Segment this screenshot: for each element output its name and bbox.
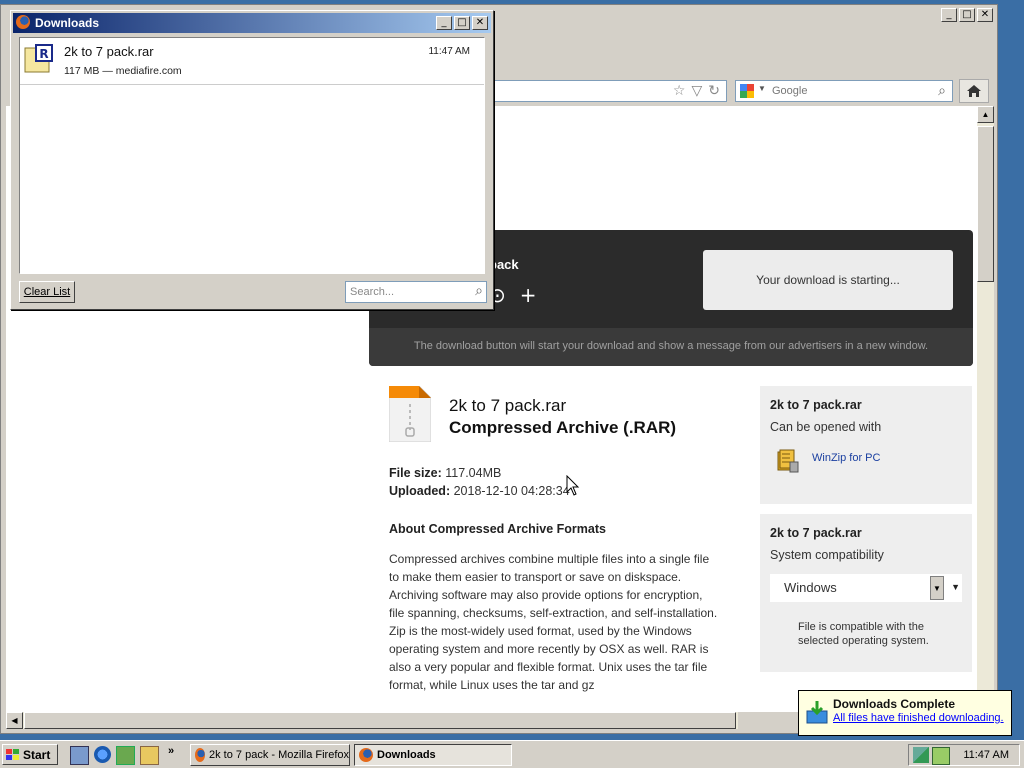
system-tray: 11:47 AM [908, 744, 1020, 766]
file-name: 2k to 7 pack.rar [449, 396, 567, 415]
compatibility-label: System compatibility [770, 548, 884, 562]
download-starting-box: Your download is starting... [703, 250, 953, 310]
start-label: Start [23, 747, 51, 762]
list-item[interactable]: R 2k to 7 pack.rar 117 MB — mediafire.co… [20, 38, 484, 85]
winzip-link[interactable]: WinZip for PC [812, 452, 880, 464]
winzip-icon [777, 449, 799, 473]
file-size-row: File size: 117.04MB [389, 466, 501, 480]
mouse-cursor-icon [566, 475, 580, 496]
os-select[interactable]: Windows ▼ ▼ [770, 574, 962, 602]
taskbar-firefox-button[interactable]: 2k to 7 pack - Mozilla Firefox [190, 744, 350, 766]
archive-file-icon [389, 386, 431, 442]
task-label: Downloads [377, 749, 436, 761]
search-bar[interactable]: ▼ Google ⌕ [735, 80, 953, 102]
card-file-name: 2k to 7 pack.rar [770, 398, 862, 412]
windows-logo-icon [6, 748, 19, 760]
maximize-button[interactable]: □ [959, 8, 975, 22]
search-placeholder: Search... [350, 286, 395, 298]
file-size-value: 117.04MB [445, 466, 502, 480]
download-meta: 117 MB — mediafire.com [64, 65, 182, 77]
clear-list-button[interactable]: Clear List [19, 281, 75, 303]
maximize-button[interactable]: □ [454, 16, 470, 30]
uploaded-value: 2018-12-10 04:28:34 [453, 484, 570, 498]
quick-launch [70, 746, 159, 765]
about-heading: About Compressed Archive Formats [389, 522, 606, 536]
download-name: 2k to 7 pack.rar [64, 44, 154, 59]
home-icon [967, 85, 981, 97]
compatibility-note: File is compatible with the selected ope… [798, 621, 929, 647]
os-select-value: Windows [784, 580, 837, 595]
task-label: 2k to 7 pack - Mozilla Firefox [209, 749, 349, 761]
download-complete-icon [806, 701, 828, 724]
quick-launch-more-icon[interactable]: » [168, 745, 174, 757]
firefox-icon [359, 748, 373, 762]
google-icon[interactable] [740, 84, 754, 98]
url-dropdown-icon[interactable]: ▽ [691, 83, 702, 99]
downloads-complete-notification[interactable]: Downloads Complete All files have finish… [798, 690, 1012, 736]
downloads-titlebar[interactable]: Downloads _ □ ✕ [13, 13, 491, 33]
file-size-label: File size: [389, 466, 442, 480]
firefox-icon [16, 15, 30, 29]
os-select-button[interactable]: ▼ [930, 576, 944, 600]
download-time: 11:47 AM [428, 46, 470, 57]
scroll-thumb[interactable] [24, 712, 736, 729]
safely-remove-icon[interactable] [932, 747, 950, 765]
taskbar: Start » 2k to 7 pack - Mozilla Firefox D… [0, 740, 1024, 768]
search-app-icon[interactable] [140, 746, 159, 765]
reload-icon[interactable]: ↻ [708, 83, 720, 99]
notification-title: Downloads Complete [833, 697, 956, 711]
downloads-search-input[interactable]: Search... ⌕ [345, 281, 487, 303]
download-note: The download button will start your down… [413, 340, 929, 352]
compatibility-card: 2k to 7 pack.rar System compatibility Wi… [760, 514, 972, 672]
scroll-left-icon[interactable]: ◀ [6, 712, 23, 729]
rar-file-icon: R [24, 44, 53, 73]
search-icon[interactable]: ⌕ [475, 283, 483, 299]
file-type: Compressed Archive (.RAR) [449, 418, 677, 437]
start-button[interactable]: Start [2, 744, 58, 765]
add-icon[interactable]: + [520, 283, 537, 307]
close-button[interactable]: ✕ [977, 8, 993, 22]
minimize-button[interactable]: _ [941, 8, 957, 22]
open-with-label: Can be opened with [770, 420, 882, 434]
firefox-icon [195, 748, 205, 762]
uploaded-label: Uploaded: [389, 484, 451, 498]
network-icon[interactable] [913, 747, 929, 763]
home-button[interactable] [959, 79, 989, 103]
open-with-card: 2k to 7 pack.rar Can be opened with WinZ… [760, 386, 972, 504]
notification-message[interactable]: All files have finished downloading. [833, 712, 1004, 724]
scroll-up-icon[interactable]: ▲ [977, 106, 994, 123]
clock: 11:47 AM [963, 749, 1009, 761]
card-file-name: 2k to 7 pack.rar [770, 526, 862, 540]
address-bar[interactable]: ☆ ▽ ↻ [491, 80, 727, 102]
uploaded-row: Uploaded: 2018-12-10 04:28:34 [389, 484, 570, 498]
downloads-window: Downloads _ □ ✕ R 2k to 7 pack.rar 117 M… [10, 10, 494, 310]
outlook-express-icon[interactable] [116, 746, 135, 765]
scroll-thumb[interactable] [977, 126, 994, 282]
vertical-scrollbar[interactable]: ▲ [977, 106, 994, 712]
taskbar-downloads-button[interactable]: Downloads [354, 744, 512, 766]
downloads-list: R 2k to 7 pack.rar 117 MB — mediafire.co… [19, 37, 485, 274]
close-button[interactable]: ✕ [472, 16, 488, 30]
chevron-down-icon[interactable]: ▼ [951, 582, 960, 592]
search-placeholder: Google [772, 85, 808, 97]
internet-explorer-icon[interactable] [94, 746, 111, 763]
search-engine-dropdown-icon[interactable]: ▼ [758, 84, 766, 93]
search-icon[interactable]: ⌕ [938, 83, 946, 99]
show-desktop-icon[interactable] [70, 746, 89, 765]
svg-text:R: R [39, 47, 48, 61]
window-title: Downloads [35, 16, 100, 30]
about-text: Compressed archives combine multiple fil… [389, 552, 718, 692]
bookmark-star-icon[interactable]: ☆ [673, 83, 686, 99]
horizontal-scrollbar[interactable]: ◀ [6, 712, 738, 729]
minimize-button[interactable]: _ [436, 16, 452, 30]
